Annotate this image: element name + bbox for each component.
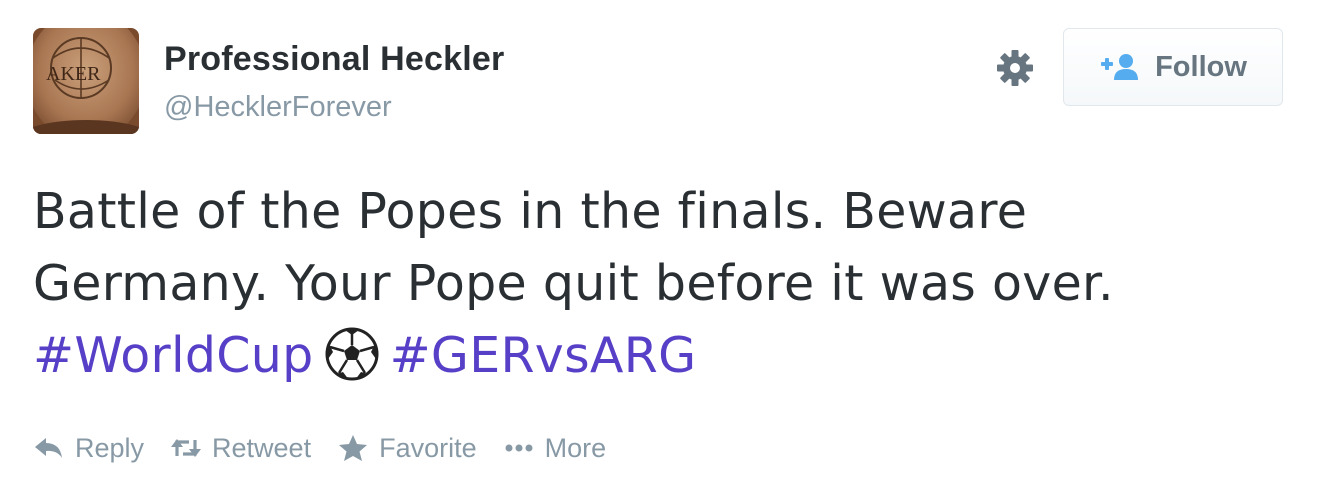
author-name[interactable]: Professional Heckler <box>164 40 504 79</box>
tweet-card: AKER Professional Heckler @HecklerForeve… <box>0 0 1318 482</box>
more-label: More <box>544 432 607 463</box>
tweet-actions: Reply Retweet Favorite More <box>33 428 632 468</box>
avatar-image: AKER <box>33 28 139 134</box>
retweet-icon <box>170 434 202 462</box>
more-dots-icon <box>503 434 535 462</box>
tweet-hashtag-line: #WorldCup #GERvsARG <box>33 320 1303 392</box>
retweet-label: Retweet <box>212 432 312 463</box>
follow-button[interactable]: Follow <box>1063 28 1283 106</box>
gear-icon[interactable] <box>995 48 1035 88</box>
star-icon <box>337 434 369 462</box>
tweet-text: Battle of the Popes in the finals. Bewar… <box>33 176 1303 392</box>
soccer-ball-icon <box>324 326 380 382</box>
tweet-text-line-1: Battle of the Popes in the finals. Bewar… <box>33 183 1028 240</box>
hashtag-gervsarg[interactable]: #GERvsARG <box>390 327 697 384</box>
more-button[interactable]: More <box>503 432 607 464</box>
reply-label: Reply <box>75 432 145 463</box>
favorite-button[interactable]: Favorite <box>337 433 477 464</box>
reply-button[interactable]: Reply <box>33 433 144 464</box>
avatar[interactable]: AKER <box>33 28 139 134</box>
tweet-text-line-2: Germany. Your Pope quit before it was ov… <box>33 255 1114 312</box>
retweet-button[interactable]: Retweet <box>170 433 311 464</box>
hashtag-worldcup[interactable]: #WorldCup <box>33 327 314 384</box>
follow-button-label: Follow <box>1155 50 1247 83</box>
author-handle[interactable]: @HecklerForever <box>164 91 392 124</box>
avatar-logo-text: AKER <box>46 63 101 85</box>
reply-icon <box>33 434 65 462</box>
favorite-label: Favorite <box>379 432 477 463</box>
add-user-icon <box>1099 52 1141 82</box>
